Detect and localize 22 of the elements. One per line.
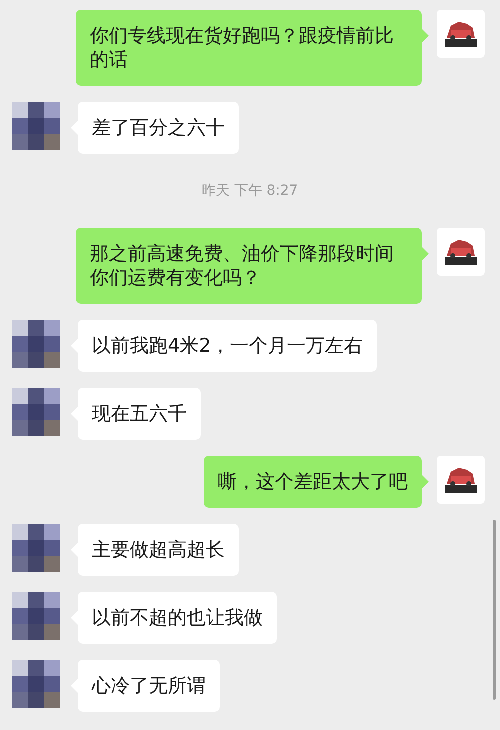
avatar [12, 592, 60, 640]
truck-logo-icon [437, 456, 485, 504]
message-bubble: 以前我跑4米2，一个月一万左右 [78, 320, 378, 372]
message-bubble: 以前不超的也让我做 [78, 592, 277, 644]
avatar [12, 388, 60, 436]
message-bubble: 主要做超高超长 [78, 524, 239, 576]
avatar [12, 320, 60, 368]
message-bubble: 现在五六千 [78, 388, 201, 440]
message-bubble: 你们专线现在货好跑吗？跟疫情前比的话 [76, 10, 422, 86]
truck-logo-icon [437, 10, 485, 58]
bubble-tail [422, 29, 429, 43]
avatar [12, 660, 60, 708]
bubble-tail [422, 475, 429, 489]
message-bubble: 心冷了无所谓 [78, 660, 220, 712]
message-bubble: 那之前高速免费、油价下降那段时间你们运费有变化吗？ [76, 228, 422, 304]
timestamp: 昨天 下午 8:27 [202, 182, 298, 201]
avatar [12, 102, 60, 150]
truck-logo-icon [437, 228, 485, 276]
message-bubble: 差了百分之六十 [78, 102, 239, 154]
message-bubble: 嘶，这个差距太大了吧 [204, 456, 422, 508]
avatar [12, 524, 60, 572]
bubble-tail [422, 247, 429, 261]
